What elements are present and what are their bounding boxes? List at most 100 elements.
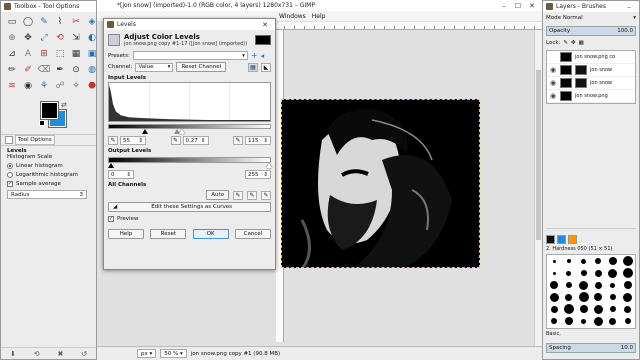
tool-button[interactable]: ⬚ [53,47,67,61]
brush-preset[interactable] [551,318,558,324]
default-colors-icon[interactable] [39,120,45,126]
tool-button[interactable]: ◍ [85,63,96,77]
image-canvas[interactable] [281,99,480,268]
toolbox-titlebar[interactable]: Toolbox - Tool Options [1,1,96,12]
brush-preset[interactable] [610,282,616,288]
brush-preset[interactable] [550,281,559,289]
pick-gray-icon[interactable]: ✎ [247,190,257,200]
tool-button[interactable]: ▦ [69,47,83,61]
tool-button[interactable]: ☍ [53,79,67,93]
brush-preset[interactable] [581,258,587,264]
brush-preset[interactable] [624,305,632,313]
brush-preset[interactable] [565,293,573,301]
log-radio[interactable] [7,172,13,178]
tool-button[interactable]: ⊙ [69,63,83,77]
restore-options-icon[interactable]: ⟲ [34,350,40,358]
brush-preset[interactable] [566,270,572,276]
log-histogram-option[interactable]: Logarithmic histogram [7,172,90,178]
tool-button[interactable]: ⚘ [37,79,51,93]
brush-preset[interactable] [594,281,602,289]
brush-preset[interactable] [608,257,617,265]
output-low-spin[interactable]: 0 ⇕ [108,170,134,179]
tool-button[interactable]: ◈ [85,15,96,29]
input-high-spin[interactable]: 115 ⇕ [245,136,271,145]
mode-dropdown-icon[interactable]: ▾ [633,15,636,21]
menu-windows[interactable]: Windows [279,13,306,20]
sample-average-checkbox[interactable]: ✓ [7,181,13,187]
tool-button[interactable]: ▭ [5,15,19,29]
brush-preset[interactable] [593,316,603,326]
preview-checkbox[interactable]: ✓ [108,216,114,222]
tool-button[interactable]: ⟲ [53,31,67,45]
white-point-picker-icon[interactable]: ✎ [233,136,243,145]
brush-preset[interactable] [594,293,603,301]
swap-colors-icon[interactable]: ⇄ [61,101,67,109]
sample-average-option[interactable]: ✓ Sample average [7,181,90,187]
tab-tool-options[interactable]: Tool Options [15,135,55,145]
visibility-eye-icon[interactable]: ◉ [549,66,557,74]
unit-selector[interactable]: px ▾ [137,349,157,358]
brush-preset[interactable] [578,292,589,302]
tool-options-tab-icon[interactable] [5,136,13,144]
tool-button[interactable]: ◐ [85,31,96,45]
layers-titlebar[interactable]: Layers - Brushes – [543,1,639,12]
brush-preset[interactable] [623,281,632,289]
brush-preset[interactable] [595,258,602,264]
cancel-button[interactable]: Cancel [234,229,271,239]
brush-preset[interactable] [566,259,571,263]
tool-button[interactable]: ✏ [5,63,19,77]
levels-close-icon[interactable]: ✕ [258,19,272,30]
brush-preset[interactable] [608,268,618,278]
input-high-handle[interactable] [179,129,185,134]
tool-button[interactable]: ✥ [21,31,35,45]
brush-preset[interactable] [552,259,556,263]
color-swatch[interactable] [546,235,555,244]
opacity-slider[interactable]: Opacity 100.0 [546,26,636,36]
brush-preset[interactable] [579,280,589,290]
horizontal-ruler[interactable] [276,22,542,30]
brush-preset[interactable] [623,292,633,302]
channel-combo[interactable]: Value ▾ [135,62,174,72]
linear-histogram-option[interactable]: Linear histogram [7,163,90,169]
reset-channel-button[interactable]: Reset Channel [176,62,227,72]
zoom-selector[interactable]: 50 % ▾ [160,349,187,358]
reset-options-icon[interactable]: ↺ [81,350,87,358]
tool-button[interactable]: ⊕ [5,31,19,45]
menu-help[interactable]: Help [312,13,326,20]
tool-button[interactable]: ⇲ [69,31,83,45]
brush-preset[interactable] [565,282,572,288]
tool-button[interactable]: ⬣ [85,79,96,93]
output-sliders[interactable] [108,163,272,169]
close-icon[interactable]: ✕ [525,0,539,11]
brush-preset[interactable] [622,268,633,278]
tool-button[interactable]: ✎ [37,15,51,29]
reset-button[interactable]: Reset [150,229,187,239]
brush-preset[interactable] [609,294,616,300]
tool-button[interactable]: ⊞ [37,47,51,61]
tool-button[interactable]: ⌇ [53,15,67,29]
brush-preset[interactable] [579,305,588,313]
input-low-handle[interactable] [142,129,148,134]
linear-hist-icon[interactable]: ▤ [248,62,258,72]
brush-preset[interactable] [609,306,616,312]
visibility-eye-icon[interactable]: ◉ [549,92,557,100]
layer-row[interactable]: ◉ jon snow [547,64,635,77]
brush-preset[interactable] [563,304,574,314]
radius-field[interactable]: Radius 3 [7,190,87,199]
scrollbar-thumb[interactable] [536,70,541,240]
tool-button[interactable]: ◯ [21,15,35,29]
brush-preset[interactable] [550,305,558,313]
auto-button[interactable]: Auto [206,190,229,200]
preview-row[interactable]: ✓ Preview [104,215,275,223]
foreground-color[interactable] [40,101,59,120]
presets-combo[interactable]: ▾ [132,51,248,60]
mode-row[interactable]: Mode Normal ▾ [543,12,639,24]
lock-alpha-icon[interactable]: ▦ [579,40,584,46]
maximize-icon[interactable]: ☐ [511,0,525,11]
delete-options-icon[interactable]: ✖ [57,350,63,358]
input-low-spin[interactable]: 55 ⇕ [120,136,146,145]
lock-pixels-icon[interactable]: ✎ [563,40,568,46]
edit-as-curves-button[interactable]: ◢ Edit these Settings as Curves [108,202,271,212]
preset-menu-icon[interactable]: ◂ [261,52,265,60]
pick-black-icon[interactable]: ✎ [233,190,243,200]
